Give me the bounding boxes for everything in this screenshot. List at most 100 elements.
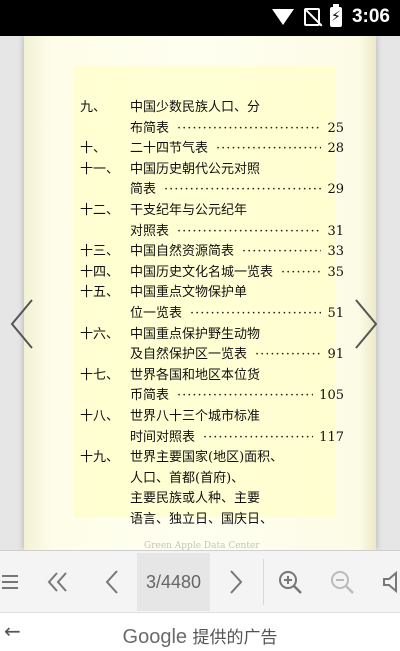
toc-entry[interactable]: 布简表 25 ···································… (80, 119, 344, 139)
ad-label: Google 提供的广告 (0, 623, 400, 649)
toc-number: 十、 (80, 141, 107, 156)
toc-leader-dots: ········································… (216, 141, 321, 156)
chevron-right-icon (230, 570, 243, 594)
toc-title: 干支纪年与公元纪年 (130, 203, 248, 218)
toc-entry[interactable]: 十二、 干支纪年与公元纪年 (80, 201, 344, 221)
toc-entry[interactable]: 语言、独立日、国庆日、 (80, 510, 344, 530)
toc-page-number: 35 (327, 265, 344, 280)
toc-title: 对照表 (130, 224, 170, 239)
toc-entry[interactable]: 十六、 中国重点保护野生动物 (80, 325, 344, 345)
ad-brand: Google (122, 626, 188, 648)
toc-leader-dots: ········································… (177, 224, 321, 239)
toc-entry[interactable]: 十三、中国自然资源简表 33 ···························… (80, 242, 344, 262)
toc-page-number: 33 (327, 244, 344, 259)
toc-title: 布简表 (130, 121, 170, 136)
double-chevron-left-icon (47, 572, 67, 592)
battery-charging-icon: ⚡ (329, 4, 342, 27)
toc-title: 世界八十三个城市标准 (130, 409, 261, 424)
prev-page-button[interactable] (6, 294, 38, 354)
toc-number: 十四、 (80, 265, 120, 280)
toc-entry[interactable]: 人口、首都(首府)、 (80, 469, 344, 489)
toc-entry[interactable]: 十九、 世界主要国家(地区)面积、 (80, 448, 344, 468)
zoom-out-button[interactable] (320, 551, 364, 613)
toc-title: 中国历史文化名城一览表 (130, 265, 274, 280)
toc-entry[interactable]: 十五、 中国重点文物保护单 (80, 283, 344, 303)
toc-page-number: 28 (327, 141, 344, 156)
reader-toolbar: 3/4480 (0, 550, 400, 613)
toc-entry[interactable]: 主要民族或人种、主要 (80, 489, 344, 509)
toc-number: 十六、 (80, 327, 120, 342)
toc-entry[interactable]: 十四、中国历史文化名城一览表 35 ························… (80, 263, 344, 283)
toc-entry[interactable]: 及自然保护区一览表 91 ·····························… (80, 345, 344, 365)
toc-title: 及自然保护区一览表 (130, 347, 248, 362)
toc-title: 二十四节气表 (130, 141, 209, 156)
status-bar: ⚡ 3:06 (0, 0, 400, 36)
toc-title: 中国历史朝代公元对照 (130, 162, 261, 177)
toc-title: 币简表 (130, 388, 170, 403)
first-page-button[interactable] (36, 551, 80, 613)
chevron-left-icon (10, 299, 33, 349)
toc-title: 主要民族或人种、主要 (130, 491, 261, 506)
zoom-in-icon (279, 571, 302, 594)
toc-title: 人口、首都(首府)、 (130, 471, 245, 486)
toc-page-number: 105 (319, 388, 344, 403)
toc-entry[interactable]: 币简表 105 ··································… (80, 386, 344, 406)
chevron-right-icon (355, 299, 378, 349)
next-page-toolbar-button[interactable] (214, 551, 258, 613)
ad-bar: ← Google 提供的广告 (0, 612, 400, 651)
toc-title: 世界主要国家(地区)面积、 (130, 450, 284, 465)
toc-leader-dots: ········································… (203, 430, 313, 445)
toc-leader-dots: ········································… (164, 182, 321, 197)
toc-entry[interactable]: 时间对照表 117 ································… (80, 428, 344, 448)
toc-title: 中国重点保护野生动物 (130, 327, 261, 342)
toc-leader-dots: ········································… (242, 244, 321, 259)
reader-area[interactable]: 九、 中国少数民族人口、分 布简表 25 ·······················… (0, 36, 400, 551)
toc-leader-dots: ········································… (255, 347, 321, 362)
toc-leader-dots: ········································… (190, 306, 321, 321)
toc-number: 十九、 (80, 450, 120, 465)
toc-number: 十七、 (80, 368, 120, 383)
toc-page-number: 31 (327, 224, 344, 239)
chevron-left-icon (105, 570, 118, 594)
toolbar-divider (263, 559, 264, 605)
toc-number: 十二、 (80, 203, 120, 218)
zoom-in-button[interactable] (268, 551, 312, 613)
menu-button[interactable] (0, 551, 22, 613)
toc-number: 九、 (80, 100, 107, 115)
next-page-button[interactable] (350, 294, 382, 354)
toc-title: 世界各国和地区本位货 (130, 368, 261, 383)
toc-entry[interactable]: 位一览表 51 ··································… (80, 304, 344, 324)
wifi-icon (271, 9, 294, 25)
toc-number: 十三、 (80, 244, 120, 259)
toc-title: 简表 (130, 182, 157, 197)
ad-text: 提供的广告 (192, 628, 278, 648)
toc-page-number: 29 (327, 182, 344, 197)
toc-entry[interactable]: 十一、 中国历史朝代公元对照 (80, 160, 344, 180)
toc-entry[interactable]: 简表 29 ····································… (80, 180, 344, 200)
toc-title: 中国自然资源简表 (130, 244, 235, 259)
toc-page-number: 25 (327, 121, 344, 136)
toc-page-number: 117 (319, 430, 344, 445)
toc-entry[interactable]: 九、 中国少数民族人口、分 (80, 98, 344, 118)
read-aloud-button[interactable] (380, 551, 400, 613)
toc-entry[interactable]: 十八、 世界八十三个城市标准 (80, 407, 344, 427)
toc-title: 时间对照表 (130, 430, 196, 445)
toc-number: 十一、 (80, 162, 120, 177)
toc-entry[interactable]: 对照表 31 ···································… (80, 222, 344, 242)
toc-leader-dots: ········································… (177, 388, 313, 403)
zoom-out-icon (331, 571, 354, 594)
toc-number: 十八、 (80, 409, 120, 424)
speaker-icon (383, 570, 397, 594)
toc-title: 语言、独立日、国庆日、 (130, 512, 274, 527)
toc-entry[interactable]: 十七、 世界各国和地区本位货 (80, 366, 344, 386)
toc-title: 中国少数民族人口、分 (130, 100, 261, 115)
toc-leader-dots: ········································… (177, 121, 321, 136)
toc-entry[interactable]: 十、 二十四节气表 28 ······························… (80, 139, 344, 159)
previous-page-button[interactable] (90, 551, 134, 613)
toc-number: 十五、 (80, 285, 120, 300)
toc-page-number: 51 (327, 306, 344, 321)
status-time: 3:06 (351, 6, 390, 27)
no-sim-icon (303, 8, 320, 26)
page-indicator[interactable]: 3/4480 (137, 553, 210, 611)
book-page[interactable]: 九、 中国少数民族人口、分 布简表 25 ·······················… (24, 36, 376, 551)
